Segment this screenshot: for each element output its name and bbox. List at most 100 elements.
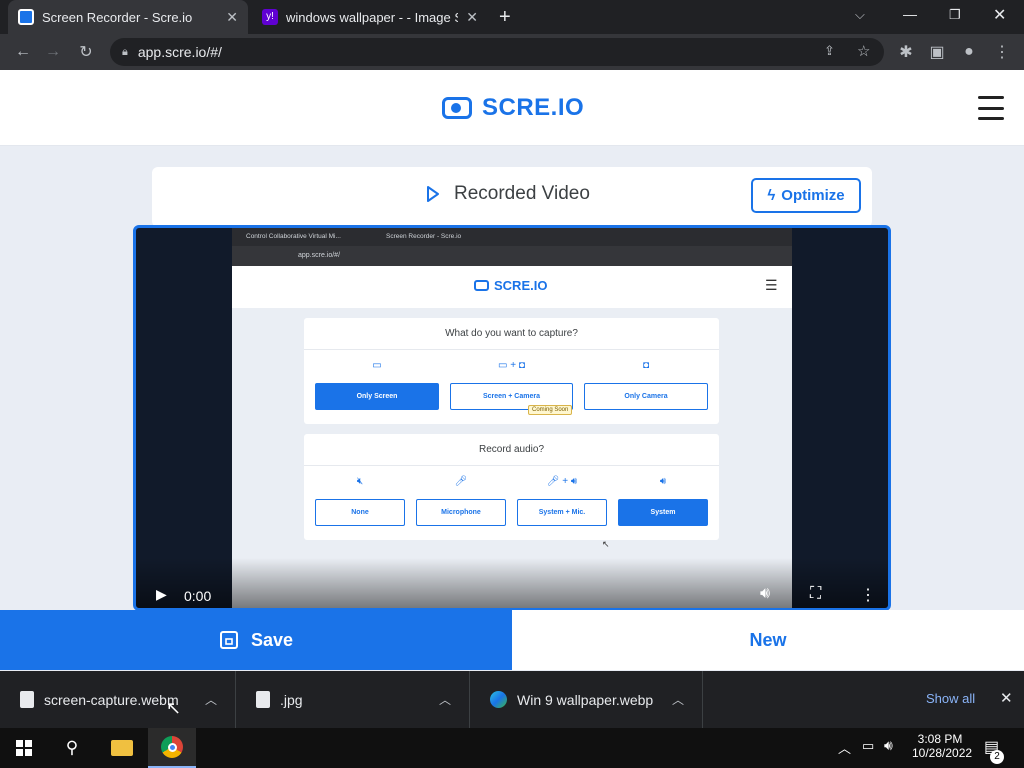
logo-text: SCRE.IO — [482, 94, 585, 121]
show-all-link[interactable]: Show all — [926, 691, 975, 706]
fullscreen-icon[interactable]: ⛶ — [810, 585, 821, 603]
tab-title: Screen Recorder - Scre.io — [42, 9, 193, 25]
new-tab-button[interactable]: + — [499, 6, 511, 29]
download-item[interactable]: Win 9 wallpaper.webp ︿ — [470, 671, 703, 728]
video-browser-tabs: Control Collaborative Virtual Mi... Scre… — [232, 228, 792, 246]
more-options-icon[interactable]: ⋮ — [860, 585, 876, 605]
video-browser-toolbar: app.scre.io/#/ — [232, 246, 792, 266]
camera-icon: ◘ — [642, 360, 650, 371]
video-option-system-mic: System + Mic. — [517, 499, 607, 526]
play-outline-icon — [427, 186, 439, 202]
optimize-label: Optimize — [781, 187, 845, 204]
file-explorer-icon[interactable] — [98, 728, 146, 768]
browser-toolbar: ← → ↻ 🔒︎ app.scre.io/#/ ⇪ ☆ ✱ ▣ ● ⋮ — [0, 34, 1024, 70]
speaker-icon: 🔊︎ — [659, 476, 667, 487]
video-logo: SCRE.IO — [474, 278, 547, 293]
save-button[interactable]: Save — [0, 610, 512, 670]
web-page: SCRE.IO Recorded Video ϟ Optimize Contro… — [0, 70, 1024, 670]
close-icon[interactable]: ✕ — [226, 9, 238, 26]
chevron-up-icon[interactable]: ︿ — [205, 691, 217, 708]
video-option-microphone: Microphone — [416, 499, 506, 526]
chevron-up-icon[interactable]: ︿ — [439, 691, 451, 708]
camera-logo-icon — [442, 97, 472, 119]
monitor-icon: ▭ — [372, 360, 382, 371]
site-logo[interactable]: SCRE.IO — [442, 94, 584, 122]
extensions-puzzle-icon[interactable]: ✱ — [891, 34, 921, 70]
share-icon[interactable]: ⇪ — [824, 43, 835, 59]
video-hamburger-icon: ☰ — [765, 277, 778, 293]
browser-tab-strip: Screen Recorder - Scre.io ✕ y! windows w… — [0, 0, 1024, 34]
bookmark-star-icon[interactable]: ☆ — [857, 42, 870, 60]
lightning-icon: ϟ — [767, 187, 776, 204]
chevron-up-icon[interactable]: ︿ — [672, 691, 684, 708]
card-title-text: Recorded Video — [454, 183, 590, 204]
side-panel-icon[interactable]: ▣ — [922, 34, 952, 70]
windows-start-icon[interactable] — [0, 728, 48, 768]
video-audio-panel: Record audio? 🔇︎ 🎤︎ 🎤︎ + 🔊︎ 🔊︎ None Micr… — [304, 434, 719, 540]
video-frame: Control Collaborative Virtual Mi... Scre… — [232, 228, 792, 608]
notification-badge: 2 — [990, 750, 1004, 764]
video-option-only-camera: Only Camera — [584, 383, 708, 410]
camera-logo-icon — [474, 280, 489, 291]
clock[interactable]: 3:08 PM 10/28/2022 — [912, 732, 973, 760]
minimize-button[interactable]: — — [903, 6, 917, 22]
search-icon[interactable]: ⚲ — [48, 728, 96, 768]
url-text: app.scre.io/#/ — [137, 44, 222, 60]
close-icon[interactable]: ✕ — [1000, 689, 1013, 707]
download-item[interactable]: screen-capture.webm ︿ — [0, 671, 236, 728]
restore-button[interactable]: ❐ — [949, 7, 961, 23]
download-item[interactable]: .jpg ︿ — [236, 671, 470, 728]
video-cursor-icon: ↖ — [602, 539, 610, 549]
play-icon[interactable]: ▶ — [156, 586, 167, 603]
screen-recorder-favicon — [18, 9, 34, 25]
browser-menu-icon[interactable]: ⋮ — [987, 34, 1017, 70]
download-filename: .jpg — [280, 691, 303, 708]
volume-tray-icon[interactable]: 🔊︎ — [884, 737, 893, 754]
chevron-up-tray-icon[interactable]: ︿ — [838, 738, 851, 757]
optimize-button[interactable]: ϟ Optimize — [751, 178, 861, 213]
video-option-only-screen: Only Screen — [315, 383, 439, 410]
download-filename: screen-capture.webm — [44, 691, 179, 708]
audio-question: Record audio? — [478, 444, 545, 455]
address-bar[interactable]: 🔒︎ app.scre.io/#/ ⇪ ☆ — [110, 38, 884, 66]
video-option-system: System — [618, 499, 708, 526]
video-site-header: SCRE.IO ☰ — [232, 266, 792, 308]
clock-date: 10/28/2022 — [912, 746, 973, 760]
video-capture-panel: What do you want to capture? ▭ ▭ + ◘ ◘ O… — [304, 318, 719, 424]
video-time: 0:00 — [184, 588, 212, 604]
new-button[interactable]: New — [512, 610, 1024, 670]
forward-arrow-icon[interactable]: → — [38, 34, 68, 70]
recorded-video-card: Recorded Video ϟ Optimize — [152, 167, 872, 227]
mouse-cursor-icon: ↖ — [166, 698, 182, 718]
video-tab-1: Control Collaborative Virtual Mi... — [246, 233, 341, 240]
download-filename: Win 9 wallpaper.webp — [517, 691, 654, 708]
windows-taskbar: ⚲ ︿ ▭ 🔊︎ 3:08 PM 10/28/2022 ▤ 2 — [0, 728, 1024, 768]
file-icon — [20, 691, 34, 708]
monitor-plus-camera-icon: ▭ + ◘ — [498, 360, 525, 371]
mic-plus-speaker-icon: 🎤︎ + 🔊︎ — [546, 476, 578, 487]
network-icon[interactable]: ▭ — [862, 738, 874, 754]
site-header: SCRE.IO — [0, 70, 1024, 146]
edge-file-icon — [490, 691, 507, 708]
profile-avatar-icon[interactable]: ● — [954, 34, 984, 70]
back-arrow-icon[interactable]: ← — [8, 34, 38, 70]
tab-windows-wallpaper[interactable]: y! windows wallpaper - - Image Sea ✕ — [252, 0, 488, 34]
tab-screen-recorder[interactable]: Screen Recorder - Scre.io ✕ — [8, 0, 248, 34]
video-logo-text: SCRE.IO — [494, 278, 548, 293]
video-controls: ▶ 0:00 🔊︎ ⛶ ⋮ — [136, 578, 888, 608]
close-icon[interactable]: ✕ — [466, 9, 478, 26]
tab-search-chevron-down-icon[interactable]: ⌵ — [855, 7, 865, 23]
video-player[interactable]: Control Collaborative Virtual Mi... Scre… — [133, 225, 891, 611]
video-tab-2: Screen Recorder - Scre.io — [386, 233, 462, 240]
chrome-taskbar-icon[interactable] — [148, 728, 196, 768]
lock-icon: 🔒︎ — [122, 45, 128, 58]
coming-soon-badge: Coming Soon — [528, 405, 573, 415]
tab-title: windows wallpaper - - Image Sea — [286, 9, 458, 25]
window-close-button[interactable]: ✕ — [993, 5, 1006, 25]
hamburger-menu-icon[interactable] — [978, 96, 1004, 120]
volume-icon[interactable]: 🔊︎ — [760, 585, 770, 603]
downloads-bar: screen-capture.webm ︿ .jpg ︿ Win 9 wallp… — [0, 671, 1024, 728]
reload-icon[interactable]: ↻ — [71, 34, 101, 70]
image-file-icon — [256, 691, 270, 708]
video-option-none: None — [315, 499, 405, 526]
